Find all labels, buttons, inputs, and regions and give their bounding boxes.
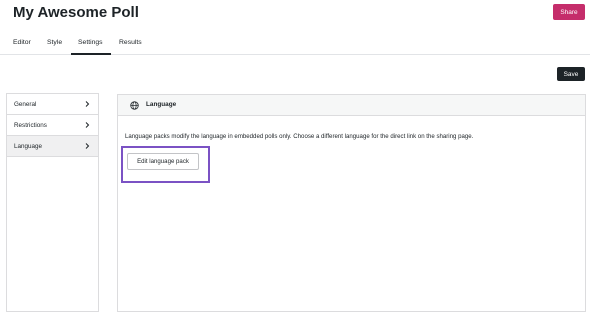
chevron-right-icon [85,143,90,149]
globe-icon [130,101,139,110]
chevron-right-icon [85,101,90,107]
language-panel: Language Language packs modify the langu… [117,94,586,312]
active-tab-indicator [71,53,111,55]
save-button[interactable]: Save [557,67,585,81]
tab-results[interactable]: Results [119,39,142,46]
share-button[interactable]: Share [553,4,585,20]
sidebar-item-general[interactable]: General [7,94,98,115]
edit-language-pack-button[interactable]: Edit language pack [127,153,199,170]
sidebar-item-restrictions[interactable]: Restrictions [7,115,98,136]
panel-description: Language packs modify the language in em… [125,133,474,140]
tab-style[interactable]: Style [47,39,62,46]
tab-bar: Editor Style Settings Results [0,34,590,55]
sidebar-item-label: Restrictions [14,121,47,129]
panel-header: Language [118,95,585,116]
sidebar-item-label: General [14,100,37,108]
chevron-right-icon [85,122,90,128]
page-title: My Awesome Poll [13,4,139,21]
panel-title: Language [146,101,177,108]
tab-settings[interactable]: Settings [78,39,103,46]
sidebar-item-label: Language [14,142,43,150]
tab-editor[interactable]: Editor [13,39,31,46]
sidebar-item-language[interactable]: Language [7,136,98,157]
settings-sidebar: General Restrictions Language [6,93,99,312]
